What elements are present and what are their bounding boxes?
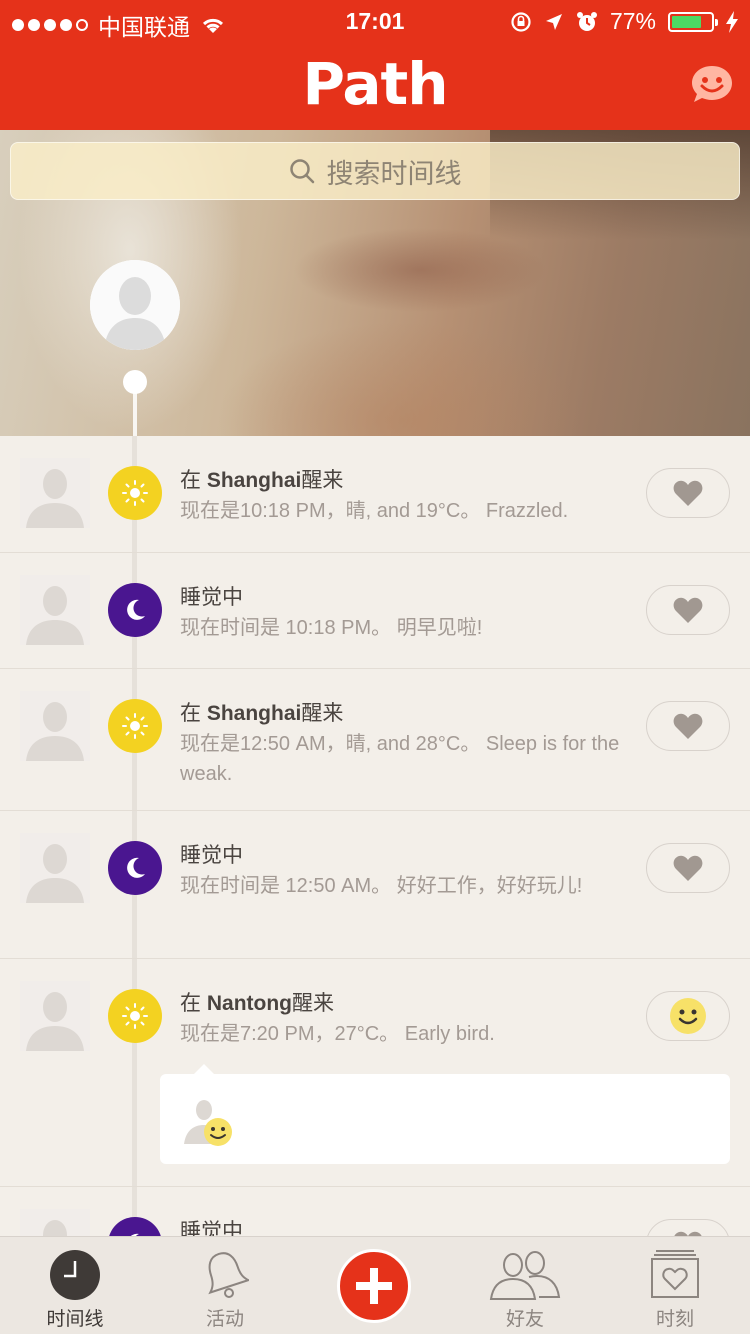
avatar[interactable] [20,1209,90,1236]
list-item[interactable]: 睡觉中 [0,1187,750,1236]
bell-icon [208,1252,249,1298]
item-title: 在 Shanghai醒来 [180,469,344,492]
clock-icon [50,1250,100,1300]
item-subtitle: 现在是7:20 PM，27°C。 Early bird. [180,1023,495,1045]
heart-icon [673,855,703,881]
avatar[interactable] [20,458,90,528]
list-item[interactable]: 睡觉中 现在时间是 12:50 AM。 好好工作，好好玩儿! [0,811,750,959]
reaction-box [160,1064,730,1164]
top-bar: 中国联通 17:01 77% Path [0,0,750,130]
tab-label: 时间线 [46,1309,104,1330]
search-icon [289,159,314,184]
item-subtitle: 现在时间是 10:18 PM。 明早见啦! [180,617,483,639]
moon-icon [108,1217,162,1236]
smiley-icon [204,1118,232,1146]
emotion-button[interactable] [646,991,730,1041]
timeline-start-dot [123,370,147,394]
add-moment-button[interactable] [337,1249,411,1323]
tab-activity[interactable]: 活动 [165,1237,285,1334]
item-title: 睡觉中 [180,586,243,609]
sun-icon [108,699,162,753]
tab-timeline[interactable]: 时间线 [15,1237,135,1334]
heart-icon [673,480,703,506]
item-subtitle: 现在是12:50 AM，晴, and 28°C。 Sleep is for th… [180,733,620,785]
heart-icon [673,597,703,623]
list-item[interactable]: 在 Shanghai醒来 现在是12:50 AM，晴, and 28°C。 Sl… [0,669,750,811]
tab-bar: 时间线 活动 好友 时刻 [0,1236,750,1334]
item-title: 睡觉中 [180,844,243,867]
item-subtitle: 现在时间是 12:50 AM。 好好工作，好好玩儿! [180,875,583,897]
tab-label: 活动 [205,1309,244,1330]
app-title: Path [302,50,448,118]
avatar[interactable] [20,833,90,903]
item-subtitle: 现在是10:18 PM，晴, and 19°C。 Frazzled. [180,500,569,522]
search-bar[interactable]: 搜索时间线 [10,142,740,200]
user-silhouette-icon [90,260,180,350]
rotation-lock-icon [511,11,531,32]
smile-icon[interactable] [690,64,734,104]
alarm-icon [576,11,597,31]
tab-label: 好友 [505,1309,544,1330]
list-item[interactable]: 在 Nantong醒来 现在是7:20 PM，27°C。 Early bird. [0,959,750,1187]
item-title: 睡觉中 [180,1220,243,1236]
avatar[interactable] [20,575,90,645]
sun-icon [108,466,162,520]
heart-icon [673,713,703,739]
battery-percent: 77% [609,8,656,34]
location-icon [545,13,562,30]
smiley-icon [670,998,706,1034]
charging-icon [726,10,738,33]
item-title: 在 Shanghai醒来 [180,702,344,725]
search-placeholder: 搜索时间线 [326,158,462,189]
moon-icon [108,583,162,637]
battery-icon [668,11,718,32]
moon-icon [108,841,162,895]
moments-icon [651,1250,699,1298]
tab-moments[interactable]: 时刻 [615,1237,735,1334]
profile-avatar[interactable] [90,260,180,350]
plus-icon [356,1268,392,1304]
friends-icon [489,1251,561,1300]
avatar[interactable] [20,981,90,1051]
cover-photo: 搜索时间线 [0,130,750,436]
list-item[interactable]: 在 Shanghai醒来 现在是10:18 PM，晴, and 19°C。 Fr… [0,436,750,553]
sun-icon [108,989,162,1043]
tab-label: 时刻 [655,1309,694,1330]
love-button[interactable] [646,1219,730,1236]
timeline-feed: 在 Shanghai醒来 现在是10:18 PM，晴, and 19°C。 Fr… [0,436,750,1236]
list-item[interactable]: 睡觉中 现在时间是 10:18 PM。 明早见啦! [0,553,750,669]
avatar[interactable] [20,691,90,761]
status-bar: 中国联通 17:01 77% [0,6,750,40]
reaction-avatar[interactable] [178,1096,238,1146]
love-button[interactable] [646,468,730,518]
item-title: 在 Nantong醒来 [180,992,334,1015]
love-button[interactable] [646,701,730,751]
tab-friends[interactable]: 好友 [465,1237,585,1334]
love-button[interactable] [646,585,730,635]
love-button[interactable] [646,843,730,893]
